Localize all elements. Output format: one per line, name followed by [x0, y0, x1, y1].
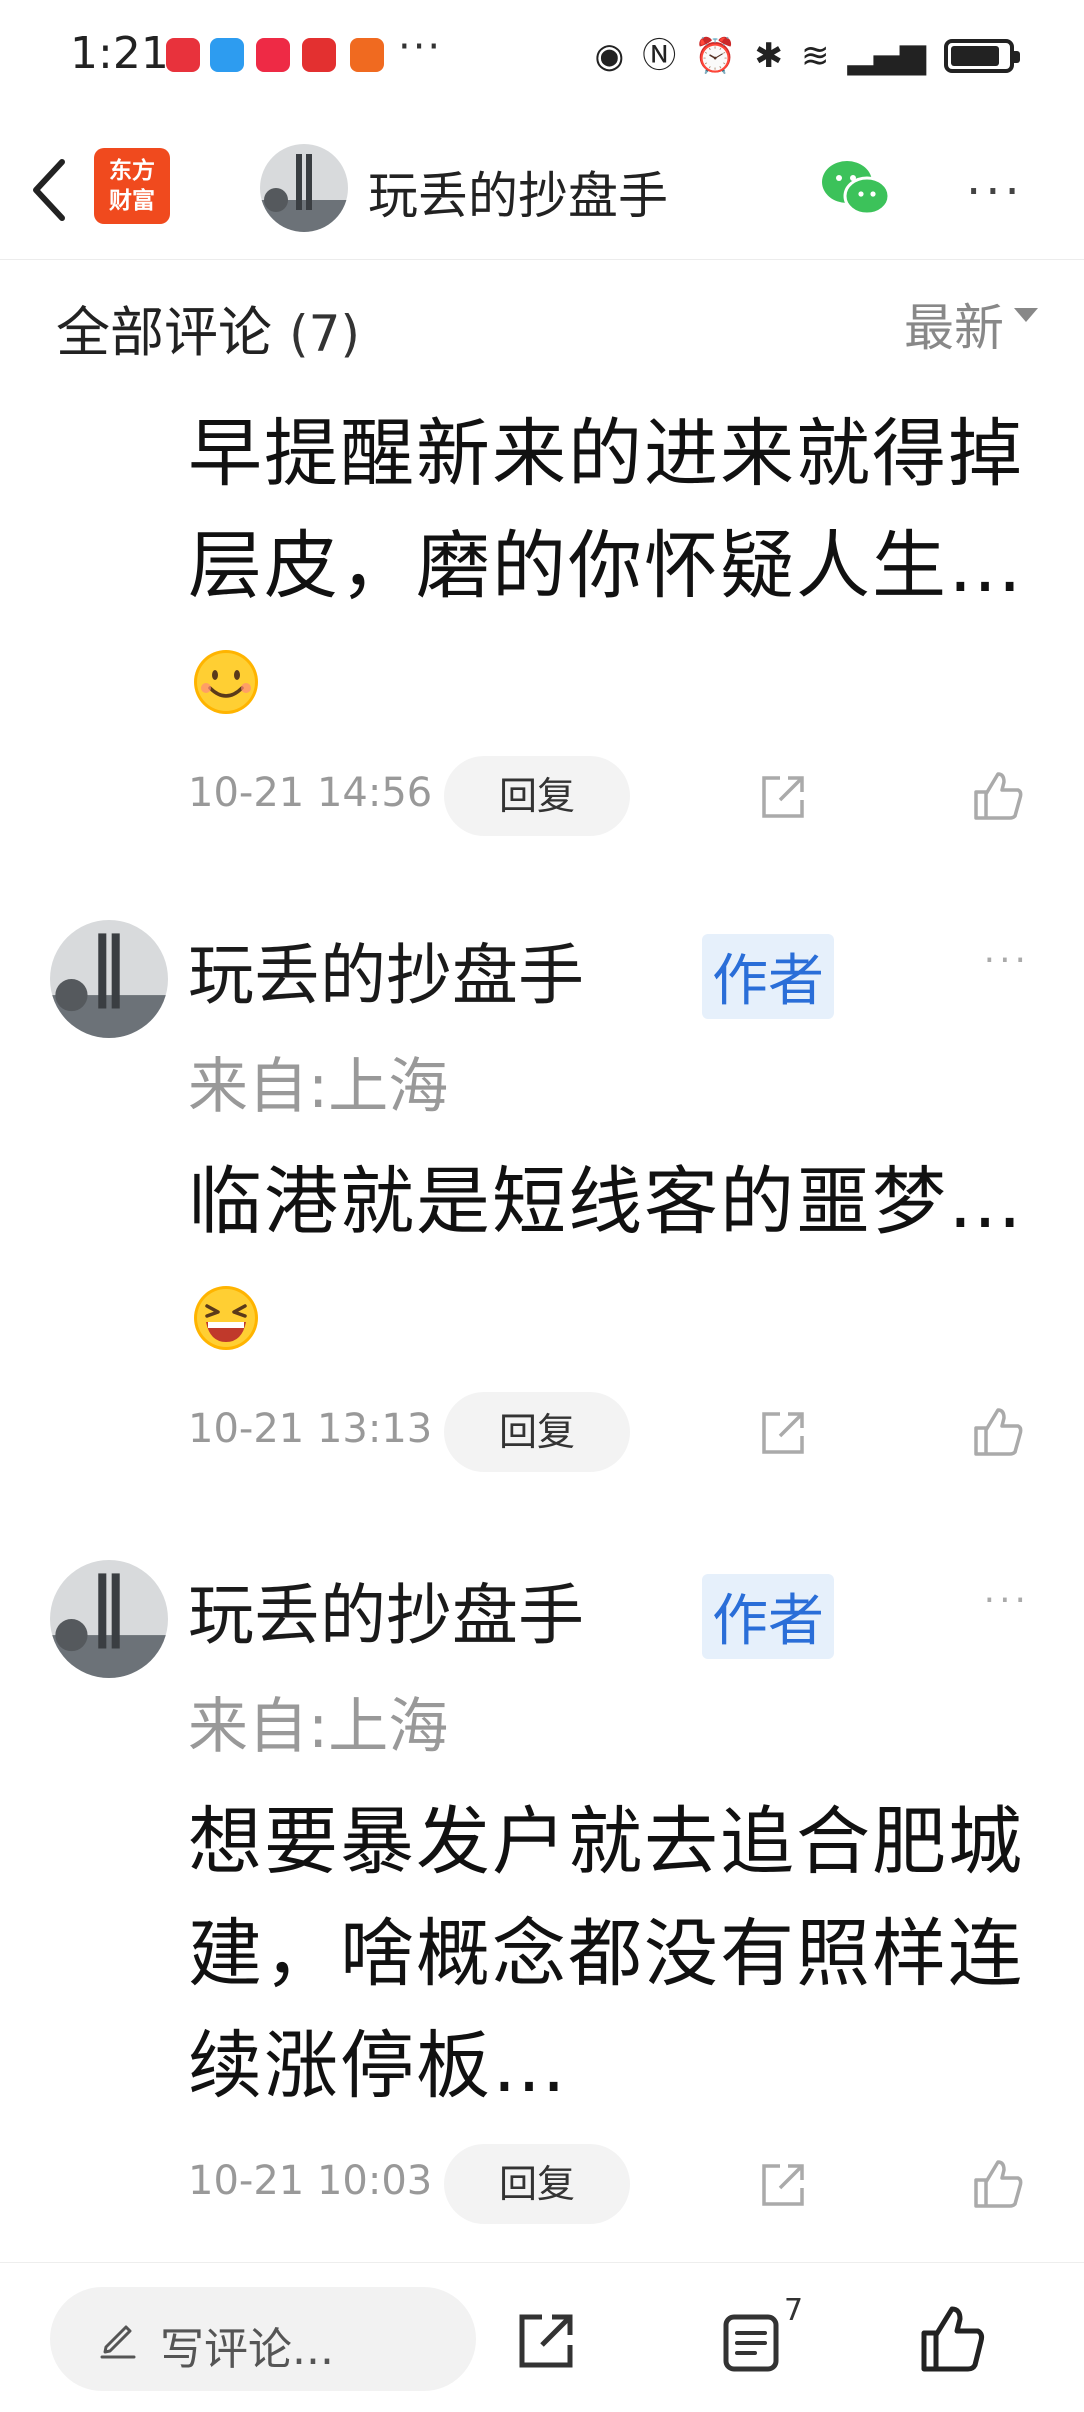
status-time: 1:21	[70, 28, 169, 79]
comment-author[interactable]: 玩丢的抄盘手	[188, 1562, 584, 1658]
comments-title: 全部评论 (7)	[56, 301, 360, 364]
comment-count-badge: 7	[784, 2293, 804, 2328]
comment-author[interactable]: 玩丢的抄盘手	[188, 922, 584, 1018]
comments-list-icon[interactable]	[722, 2313, 780, 2373]
comment-text: 临港就是短线客的噩梦…	[188, 1146, 1028, 1370]
author-avatar[interactable]	[260, 144, 348, 232]
eastmoney-logo[interactable]: 东方 财富	[94, 148, 170, 224]
comments-header: 全部评论 (7) 最新	[0, 270, 1084, 380]
smile-emoji-icon	[194, 650, 258, 715]
comment-location: 来自:上海	[188, 1052, 449, 1122]
comment-meta: 10-21 13:13 回复	[0, 1392, 1084, 1472]
back-arrow-icon[interactable]	[22, 150, 82, 230]
comment-more-icon[interactable]: ···	[984, 1580, 1030, 1621]
laugh-emoji-icon	[194, 1286, 258, 1351]
share-icon[interactable]	[514, 2309, 578, 2373]
sort-arrow-icon[interactable]	[1014, 308, 1038, 322]
xiaohongshu-notification-icon	[256, 38, 290, 72]
write-comment-input[interactable]: 写评论...	[50, 2287, 476, 2391]
reply-button[interactable]: 回复	[444, 2144, 630, 2224]
app-notification-icon	[302, 38, 336, 72]
sort-dropdown[interactable]: 最新	[904, 288, 1004, 360]
comment-location: 来自:上海	[188, 1692, 449, 1762]
comment-time: 10-21 10:03	[188, 2158, 433, 2204]
eye-icon: ◉	[594, 36, 625, 76]
bottom-bar: 写评论... 7	[0, 2262, 1084, 2412]
alarm-icon: ⏰	[694, 36, 737, 76]
reply-button[interactable]: 回复	[444, 756, 630, 836]
battery-icon	[944, 39, 1020, 73]
nfc-icon: Ⓝ	[642, 36, 677, 76]
like-icon[interactable]	[970, 768, 1026, 824]
author-avatar[interactable]	[50, 920, 168, 1038]
reply-button[interactable]: 回复	[444, 1392, 630, 1472]
comment-meta: 10-21 14:56 回复	[0, 756, 1084, 836]
comment-time: 10-21 14:56	[188, 770, 433, 816]
navigation-bar: 东方 财富 玩丢的抄盘手 ···	[0, 120, 1084, 260]
comment-time: 10-21 13:13	[188, 1406, 433, 1452]
share-icon[interactable]	[758, 772, 808, 822]
like-icon[interactable]	[970, 2156, 1026, 2212]
bluetooth-icon: ✱	[754, 36, 784, 76]
comment-text: 想要暴发户就去追合肥城建，啥概念都没有照样连续涨停板…	[188, 1799, 1024, 2109]
comment-text: 早提醒新来的进来就得掉层皮，磨的你怀疑人生…	[188, 398, 1028, 734]
author-badge: 作者	[702, 934, 834, 1019]
message-notification-icon	[210, 38, 244, 72]
author-badge: 作者	[702, 1574, 834, 1659]
page-title: 玩丢的抄盘手	[368, 167, 668, 225]
comment-more-icon[interactable]: ···	[984, 940, 1030, 981]
share-icon[interactable]	[758, 1408, 808, 1458]
pencil-icon	[100, 2325, 136, 2359]
status-bar: 1:21 ··· ◉ Ⓝ ⏰ ✱ ≋ ▂▄▆	[0, 0, 1084, 110]
comments-count: (7)	[289, 305, 360, 363]
wifi-icon: ≋	[801, 36, 830, 76]
like-icon[interactable]	[918, 2303, 986, 2375]
share-icon[interactable]	[758, 2160, 808, 2210]
author-avatar[interactable]	[50, 1560, 168, 1678]
write-comment-placeholder: 写评论...	[160, 2324, 334, 2375]
wechat-icon[interactable]	[820, 158, 892, 220]
comment-meta: 10-21 10:03 回复	[0, 2144, 1084, 2224]
more-options-icon[interactable]: ···	[966, 164, 1024, 220]
system-icons: ◉ Ⓝ ⏰ ✱ ≋ ▂▄▆	[594, 34, 1020, 78]
more-notifications-icon: ···	[398, 24, 443, 70]
huawei-notification-icon	[166, 38, 200, 72]
like-icon[interactable]	[970, 1404, 1026, 1460]
signal-icon: ▂▄▆	[847, 36, 926, 76]
app2-notification-icon	[350, 38, 384, 72]
